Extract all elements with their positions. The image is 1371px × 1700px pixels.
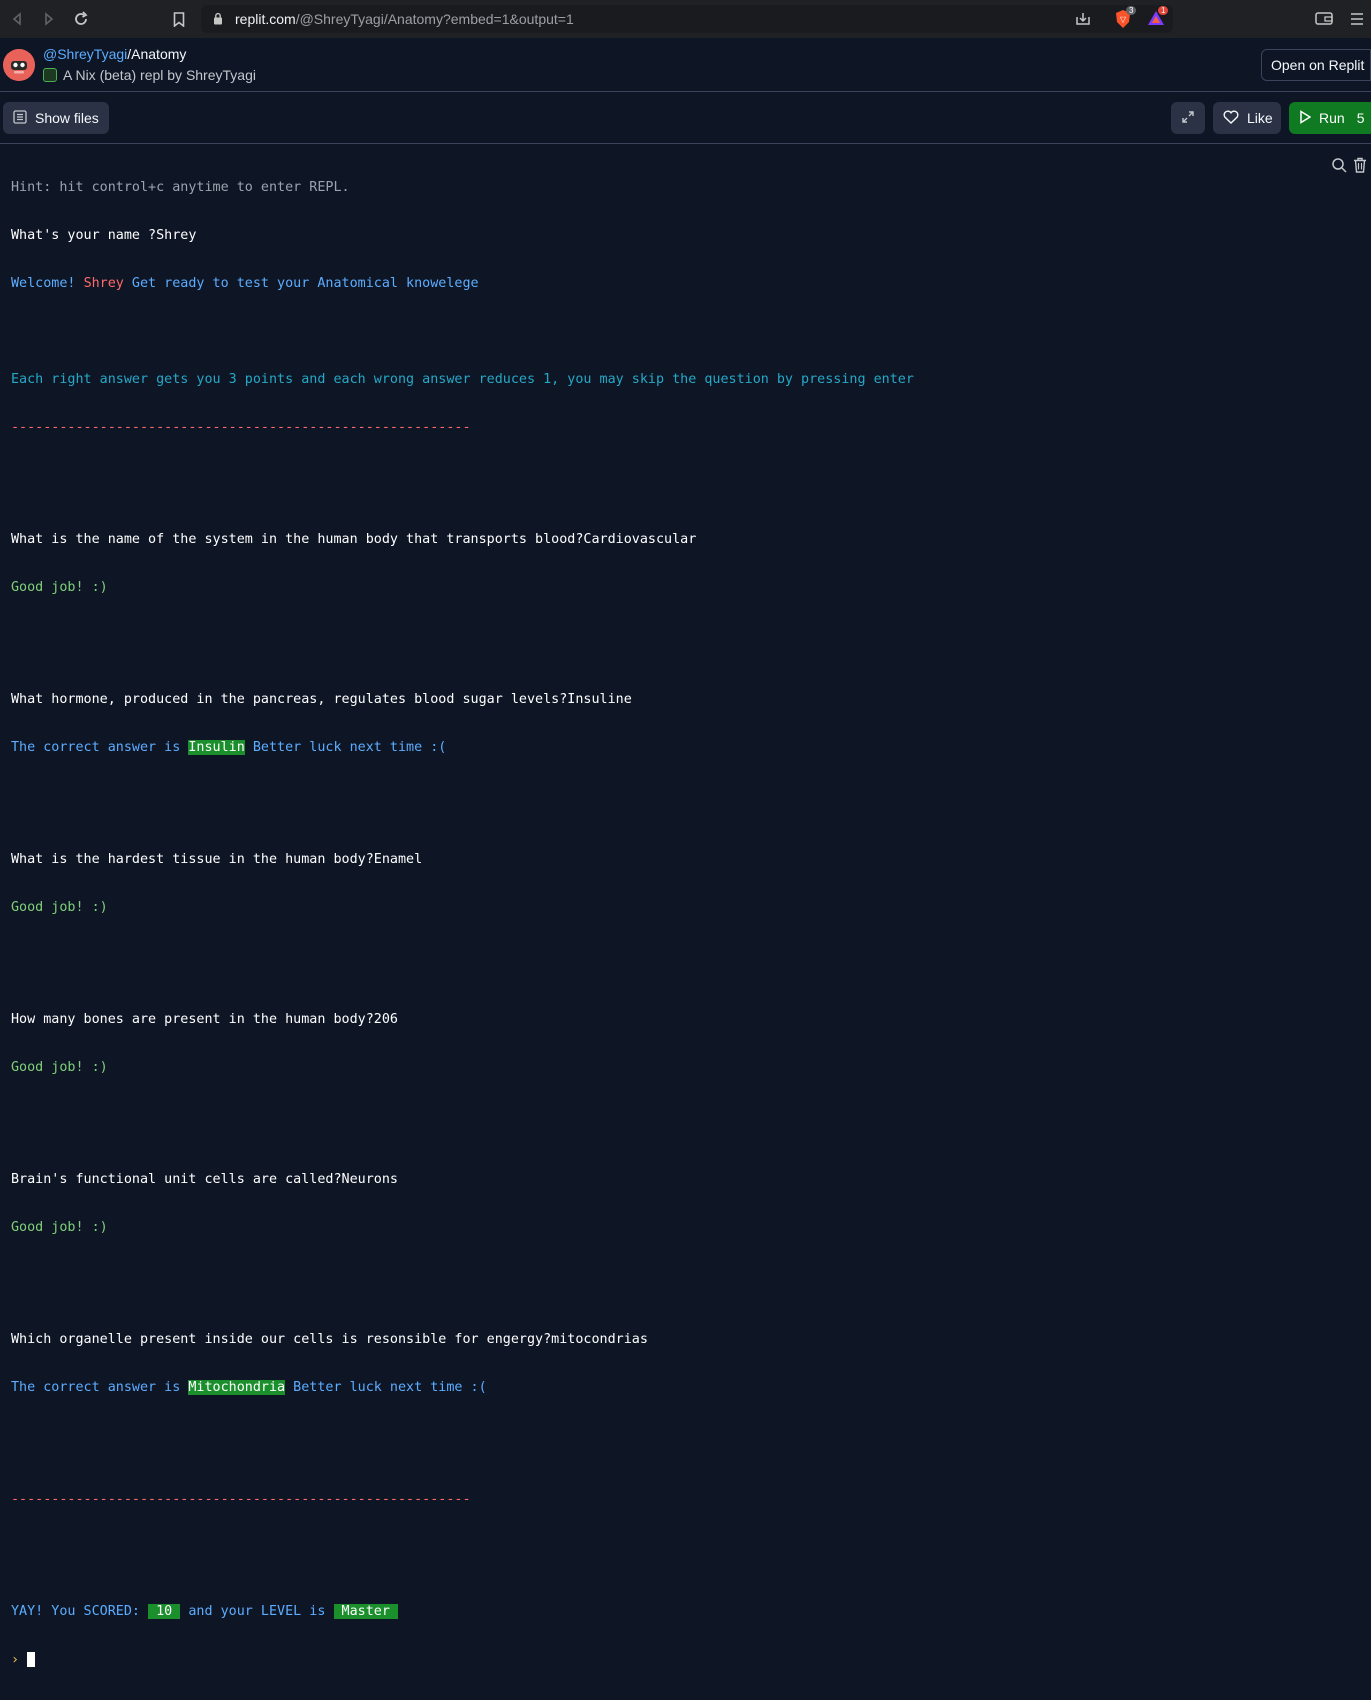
browser-toolbar: replit.com/@ShreyTyagi/Anatomy?embed=1&o… xyxy=(0,0,1371,38)
level-prefix: and your LEVEL is xyxy=(180,1604,334,1619)
question-line: What is the hardest tissue in the human … xyxy=(11,852,423,867)
welcome-suffix: Get ready to test your Anatomical knowel… xyxy=(123,276,479,291)
repl-toolbar: Show files Like Run 5 xyxy=(0,93,1371,144)
score-value: 10 xyxy=(148,1604,181,1619)
like-label: Like xyxy=(1247,110,1273,126)
wrong-suffix: Better luck next time :( xyxy=(285,1380,487,1395)
name-prompt-line: What's your name ?Shrey xyxy=(11,228,197,243)
lock-icon xyxy=(213,12,223,30)
expand-button[interactable] xyxy=(1171,102,1205,134)
repl-title: @ShreyTyagi/Anatomy xyxy=(43,46,186,62)
svg-text:▽: ▽ xyxy=(1120,15,1127,24)
repl-name: Anatomy xyxy=(131,46,187,62)
trash-icon[interactable] xyxy=(1353,157,1367,179)
show-files-button[interactable]: Show files xyxy=(3,102,109,134)
search-icon[interactable] xyxy=(1331,157,1347,179)
question-line: What hormone, produced in the pancreas, … xyxy=(11,692,632,707)
question-line: Brain's functional unit cells are called… xyxy=(11,1172,398,1187)
nix-icon xyxy=(43,68,57,82)
score-prefix: YAY! You SCORED: xyxy=(11,1604,149,1619)
open-on-replit-button[interactable]: Open on Replit xyxy=(1261,49,1371,81)
result-line: Good job! :) xyxy=(11,1060,108,1075)
repl-owner-link[interactable]: @ShreyTyagi xyxy=(43,46,127,62)
hint-line: Hint: hit control+c anytime to enter REP… xyxy=(11,180,350,195)
question-line: How many bones are present in the human … xyxy=(11,1012,398,1027)
score-line: YAY! You SCORED: 10 and your LEVEL is Ma… xyxy=(11,1604,914,1620)
result-line: Good job! :) xyxy=(11,1220,108,1235)
url-path: /@ShreyTyagi/Anatomy?embed=1&output=1 xyxy=(295,11,574,27)
rules-line: Each right answer gets you 3 points and … xyxy=(11,372,914,387)
wrong-answer-line: The correct answer is Mitochondria Bette… xyxy=(11,1380,914,1396)
console-tools xyxy=(1325,157,1371,179)
input-prompt-line[interactable]: › xyxy=(11,1652,914,1668)
wrong-prefix: The correct answer is xyxy=(11,1380,189,1395)
result-line: Good job! :) xyxy=(11,900,108,915)
console-output[interactable]: Hint: hit control+c anytime to enter REP… xyxy=(0,145,1371,1668)
download-icon[interactable] xyxy=(1075,11,1091,32)
wrong-suffix: Better luck next time :( xyxy=(244,740,447,755)
avatar[interactable] xyxy=(3,49,35,81)
like-button[interactable]: Like xyxy=(1213,102,1281,134)
repl-subtitle: A Nix (beta) repl by ShreyTyagi xyxy=(43,67,256,83)
wrong-answer-line: The correct answer is Insulin Better luc… xyxy=(11,740,914,756)
url-host: replit.com xyxy=(235,11,296,27)
play-icon xyxy=(1299,109,1312,127)
correct-answer-highlight: Mitochondria xyxy=(188,1380,286,1395)
show-files-label: Show files xyxy=(35,110,99,126)
terminal-text: Hint: hit control+c anytime to enter REP… xyxy=(11,148,914,1700)
url-text: replit.com/@ShreyTyagi/Anatomy?embed=1&o… xyxy=(235,11,574,27)
brave-rewards-icon[interactable]: 1 xyxy=(1147,6,1169,31)
level-value: Master xyxy=(333,1604,398,1619)
wrong-prefix: The correct answer is xyxy=(11,740,189,755)
forward-icon[interactable] xyxy=(39,9,59,29)
repl-subtitle-text: A Nix (beta) repl by ShreyTyagi xyxy=(63,67,256,83)
welcome-prefix: Welcome! xyxy=(11,276,84,291)
welcome-line: Welcome! Shrey Get ready to test your An… xyxy=(11,276,914,292)
files-icon xyxy=(13,109,27,127)
brave-shield-icon[interactable]: ▽ 3 xyxy=(1114,6,1137,34)
prompt-symbol: › xyxy=(11,1652,20,1668)
menu-icon[interactable] xyxy=(1351,12,1363,31)
heart-icon xyxy=(1223,110,1239,127)
welcome-name: Shrey xyxy=(83,276,124,291)
reload-icon[interactable] xyxy=(71,9,91,29)
correct-answer-highlight: Insulin xyxy=(188,740,245,755)
bookmark-icon[interactable] xyxy=(169,9,189,29)
address-bar[interactable]: replit.com/@ShreyTyagi/Anatomy?embed=1&o… xyxy=(201,5,1173,33)
repl-header: @ShreyTyagi/Anatomy A Nix (beta) repl by… xyxy=(0,38,1371,92)
run-label: Run xyxy=(1319,110,1345,126)
wallet-icon[interactable] xyxy=(1315,11,1333,31)
question-line: What is the name of the system in the hu… xyxy=(11,532,697,547)
run-count: 5 xyxy=(1356,110,1365,126)
text-cursor xyxy=(27,1652,36,1667)
expand-icon xyxy=(1181,110,1195,127)
result-line: Good job! :) xyxy=(11,580,108,595)
divider-line: ----------------------------------------… xyxy=(11,420,471,435)
divider-line: ----------------------------------------… xyxy=(11,1492,471,1507)
run-button[interactable]: Run 5 xyxy=(1289,102,1371,134)
back-icon[interactable] xyxy=(7,9,27,29)
question-line: Which organelle present inside our cells… xyxy=(11,1332,648,1347)
